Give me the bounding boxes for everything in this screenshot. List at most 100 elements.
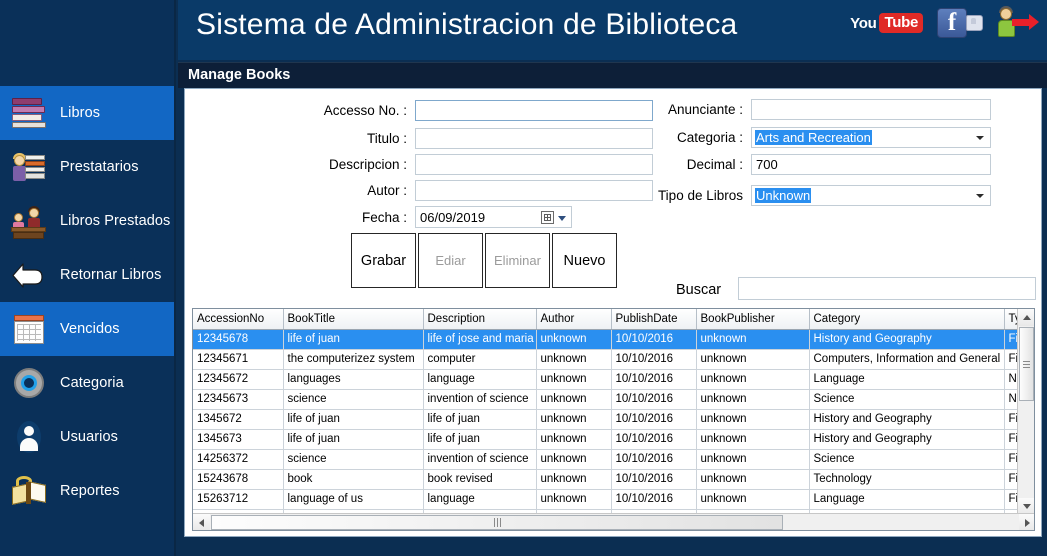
- sidebar-item-categoria[interactable]: Categoria: [0, 356, 174, 410]
- sidebar-item-label: Reportes: [60, 483, 120, 499]
- cell-bookpublisher: unknown: [696, 389, 810, 410]
- cell-bookpublisher: unknown: [696, 349, 810, 370]
- borrower-icon: [10, 149, 48, 185]
- col-author[interactable]: Author: [536, 309, 612, 330]
- vertical-scroll-thumb[interactable]: [1019, 327, 1034, 401]
- cell-description: computer: [423, 349, 537, 370]
- cell-description: life of juan: [423, 409, 537, 430]
- cell-accessionno: 1345672: [193, 409, 284, 430]
- titulo-input[interactable]: [415, 128, 653, 149]
- sidebar-item-retornar-libros[interactable]: Retornar Libros: [0, 248, 174, 302]
- sidebar-item-vencidos[interactable]: Vencidos: [0, 302, 174, 356]
- sidebar-item-label: Retornar Libros: [60, 267, 162, 283]
- grid-horizontal-scrollbar[interactable]: [193, 513, 1034, 530]
- cell-author: unknown: [536, 389, 612, 410]
- col-accessionno[interactable]: AccessionNo: [193, 309, 284, 330]
- table-row[interactable]: 12345673 science invention of science un…: [193, 389, 1019, 410]
- accesso-label: Accesso No. :: [323, 103, 407, 118]
- cell-category: Language: [809, 489, 1005, 510]
- autor-input[interactable]: [415, 180, 653, 201]
- fecha-datepicker[interactable]: 06/09/2019: [415, 206, 572, 228]
- col-category[interactable]: Category: [809, 309, 1005, 330]
- sidebar-item-usuarios[interactable]: Usuarios: [0, 410, 174, 464]
- accesso-input[interactable]: [415, 100, 653, 121]
- table-row[interactable]: 12345678 life of juan life of jose and m…: [193, 329, 1019, 350]
- cell-description: language: [423, 489, 537, 510]
- cell-publishdate: 10/10/2016: [611, 489, 697, 510]
- cell-accessionno: 12345672: [193, 369, 284, 390]
- cell-description: book revised: [423, 469, 537, 490]
- gear-icon: [10, 365, 48, 401]
- scroll-right-button[interactable]: [1019, 514, 1034, 530]
- nuevo-button[interactable]: Nuevo: [552, 233, 617, 288]
- scroll-left-button[interactable]: [193, 514, 210, 530]
- scroll-up-button[interactable]: [1018, 309, 1034, 326]
- table-row[interactable]: 12345671 the computerizez system compute…: [193, 349, 1019, 370]
- chevron-down-icon: [1022, 504, 1031, 509]
- youtube-you-text: You: [850, 14, 877, 32]
- buscar-input[interactable]: [738, 277, 1036, 300]
- table-row[interactable]: 14256372 science invention of science un…: [193, 449, 1019, 470]
- cell-category: History and Geography: [809, 329, 1005, 350]
- cell-bookpublisher: unknown: [696, 329, 810, 350]
- cell-author: unknown: [536, 449, 612, 470]
- cell-booktitle: science: [283, 389, 424, 410]
- categoria-value: Arts and Recreation: [755, 130, 872, 145]
- chevron-down-icon: [976, 194, 984, 198]
- table-row[interactable]: 1345672 life of juan life of juan unknow…: [193, 409, 1019, 430]
- logout-icon[interactable]: [997, 6, 1039, 40]
- titulo-label: Titulo :: [366, 131, 407, 146]
- cell-accessionno: 14256372: [193, 449, 284, 470]
- sidebar-item-label: Libros Prestados: [60, 213, 171, 229]
- sidebar-item-libros-prestados[interactable]: Libros Prestados: [0, 194, 174, 248]
- sidebar-item-prestatarios[interactable]: Prestatarios: [0, 140, 174, 194]
- horizontal-scroll-thumb[interactable]: [211, 515, 783, 530]
- section-title: Manage Books: [188, 67, 291, 83]
- tipo-dropdown[interactable]: Unknown: [751, 185, 991, 206]
- categoria-dropdown[interactable]: Arts and Recreation: [751, 127, 991, 148]
- app-window: Libros Prestatarios Libros Prestados Ret…: [0, 0, 1047, 556]
- cell-author: unknown: [536, 369, 612, 390]
- cell-booktitle: the computerizez system: [283, 349, 424, 370]
- chevron-down-icon: [558, 216, 566, 221]
- buscar-label: Buscar: [676, 282, 722, 298]
- sidebar-top-spacer: [0, 0, 174, 86]
- grid-vertical-scrollbar[interactable]: [1017, 309, 1034, 515]
- table-row[interactable]: 12345672 languages language unknown 10/1…: [193, 369, 1019, 390]
- youtube-icon[interactable]: You Tube: [850, 13, 923, 33]
- cell-description: life of jose and maria: [423, 329, 537, 350]
- col-bookpublisher[interactable]: BookPublisher: [696, 309, 810, 330]
- cell-booktitle: languages: [283, 369, 424, 390]
- eliminar-button[interactable]: Eliminar: [485, 233, 550, 288]
- cell-bookpublisher: unknown: [696, 469, 810, 490]
- anunciante-label: Anunciante :: [667, 102, 743, 117]
- sidebar-item-reportes[interactable]: Reportes: [0, 464, 174, 518]
- col-booktitle[interactable]: BookTitle: [283, 309, 424, 330]
- decimal-input[interactable]: [751, 154, 991, 175]
- table-row[interactable]: 15263712 language of us language unknown…: [193, 489, 1019, 510]
- table-row[interactable]: 1345673 life of juan life of juan unknow…: [193, 429, 1019, 450]
- ediar-button[interactable]: Ediar: [418, 233, 483, 288]
- cell-publishdate: 10/10/2016: [611, 349, 697, 370]
- fecha-label: Fecha :: [361, 209, 407, 225]
- section-bar: Manage Books: [178, 62, 1047, 88]
- grabar-button[interactable]: Grabar: [351, 233, 416, 288]
- facebook-icon[interactable]: f: [937, 8, 983, 38]
- table-row[interactable]: 15243678 book book revised unknown 10/10…: [193, 469, 1019, 490]
- table-body: 12345678 life of juan life of jose and m…: [193, 329, 1019, 515]
- descripcion-row: Descripcion :: [247, 154, 653, 175]
- anunciante-input[interactable]: [751, 99, 991, 120]
- cell-category: Science: [809, 389, 1005, 410]
- lending-desk-icon: [10, 203, 48, 239]
- cell-category: Computers, Information and General Refer…: [809, 349, 1005, 370]
- descripcion-label: Descripcion :: [328, 157, 407, 172]
- col-description[interactable]: Description: [423, 309, 537, 330]
- cell-publishdate: 10/10/2016: [611, 369, 697, 390]
- col-publishdate[interactable]: PublishDate: [611, 309, 697, 330]
- cell-publishdate: 10/10/2016: [611, 449, 697, 470]
- user-icon: [10, 419, 48, 455]
- books-table: AccessionNo BookTitle Description Author…: [193, 309, 1019, 515]
- cell-booktitle: science: [283, 449, 424, 470]
- descripcion-input[interactable]: [415, 154, 653, 175]
- sidebar-item-libros[interactable]: Libros: [0, 86, 174, 140]
